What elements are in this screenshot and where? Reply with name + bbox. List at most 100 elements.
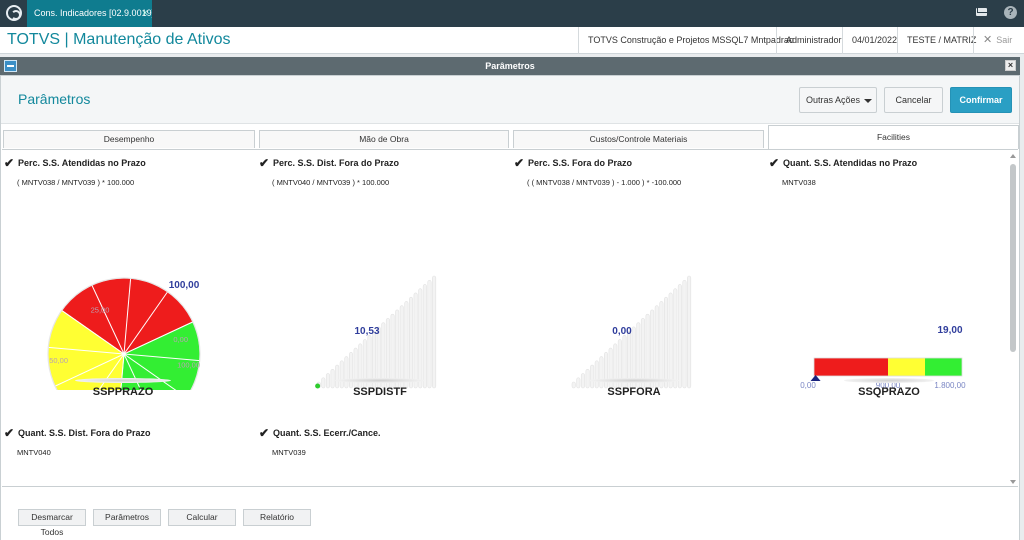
gauge-bar-step [650, 309, 655, 389]
bar-gauge-ssp-distf: 0,0050,00100,0010,53 [315, 275, 437, 389]
gauge-scale-label: 100,00 [177, 361, 200, 370]
parametros-button[interactable]: Parâmetros [93, 509, 161, 526]
gauge-bar-step [395, 309, 400, 389]
close-icon: ✕ [983, 34, 993, 46]
gauge-bar-step [664, 296, 669, 389]
gauge-axis-label: 0,00 [800, 381, 816, 390]
gauge-bar-step [571, 381, 576, 389]
dialog-title-bar: Parâmetros × [0, 57, 1020, 75]
checkbox-checked-icon[interactable]: ✔ [4, 426, 14, 440]
scroll-down-icon[interactable] [1010, 480, 1016, 484]
indicator-name: Quant. S.S. Ecerr./Cance. [273, 428, 381, 438]
gauge-scale-label: 0,00 [173, 335, 188, 344]
relatorio-button[interactable]: Relatório [243, 509, 311, 526]
indicator-name: Quant. S.S. Dist. Fora do Prazo [18, 428, 151, 438]
checkbox-checked-icon[interactable]: ✔ [259, 426, 269, 440]
gauge-bar-step [349, 352, 354, 389]
desmarcar-todos-button[interactable]: Desmarcar Todos [18, 509, 86, 537]
gauge-code-label: SSPFORA [607, 386, 661, 398]
mail-icon[interactable] [976, 8, 987, 16]
tab-desempenho[interactable]: Desempenho [3, 130, 255, 148]
gauge-bar-step [344, 356, 349, 389]
outras-acoes-button[interactable]: Outras Ações [799, 87, 877, 113]
gauge-bar-step [399, 305, 404, 389]
gauge-value-label: 100,00 [169, 280, 200, 291]
checkbox-checked-icon[interactable]: ✔ [4, 156, 14, 170]
company-info: TOTVS Construção e Projetos MSSQL7 Mntpa… [578, 27, 803, 54]
gauge-bar-step [413, 292, 418, 389]
gauge-bar-step [682, 279, 687, 389]
gauge-value-label: 0,00 [612, 326, 632, 337]
gauge-range-segment [888, 358, 925, 376]
checkbox-checked-icon[interactable]: ✔ [514, 156, 524, 170]
gauge-bar-step [390, 313, 395, 389]
dialog-footer: Desmarcar Todos Parâmetros Calcular Rela… [1, 488, 1019, 540]
window-icon [4, 60, 17, 72]
indicator-formula: ( ( MNTV038 / MNTV039 ) - 1.000 ) * -100… [527, 178, 682, 187]
gauge-scale-label: 25,00 [91, 305, 110, 314]
gauge-bar-step [687, 275, 692, 389]
tab-label: Cons. Indicadores [02.9.0019] [34, 8, 152, 18]
totvs-home-icon[interactable] [6, 5, 22, 21]
indicator-name: Quant. S.S. Atendidas no Prazo [783, 158, 918, 168]
chevron-down-icon [864, 99, 872, 103]
gauge-bar-step [321, 377, 326, 389]
indicator-formula: ( MNTV040 / MNTV039 ) * 100.000 [272, 178, 390, 187]
gauge-bar-step [432, 275, 437, 389]
gauge-code-label: SSPPRAZO [92, 386, 154, 398]
indicator-formula: MNTV040 [17, 448, 51, 457]
top-bar: Cons. Indicadores [02.9.0019] × ? [0, 0, 1024, 27]
gauge-code-label: SSQPRAZO [858, 386, 920, 398]
indicator-formula: ( MNTV038 / MNTV039 ) * 100.000 [17, 178, 135, 187]
gauge-base [589, 378, 679, 383]
scroll-up-icon[interactable] [1010, 154, 1016, 158]
dialog-close-button[interactable]: × [1005, 60, 1016, 71]
tab-custos-materiais[interactable]: Custos/Controle Materiais [513, 130, 764, 148]
gauge-axis-label: 1.800,00 [934, 381, 966, 390]
outras-acoes-label: Outras Ações [805, 95, 861, 105]
gauge-bar-step [604, 352, 609, 389]
vertical-scrollbar[interactable] [1009, 152, 1017, 486]
tab-bar: Desempenho Mão de Obra Custos/Controle M… [1, 125, 1019, 149]
checkbox-checked-icon[interactable]: ✔ [259, 156, 269, 170]
gauge-bar-step [590, 364, 595, 389]
scroll-thumb[interactable] [1010, 164, 1016, 352]
calcular-button[interactable]: Calcular [168, 509, 236, 526]
pie-gauge-ssp-prazo: 25,000,00100,0075,0050,00100,00 [47, 277, 201, 390]
gauge-bar-step [659, 301, 664, 389]
gauge-value-marker [315, 383, 321, 389]
dialog-panel: Parâmetros Outras Ações Cancelar Confirm… [0, 75, 1020, 540]
bar-gauge-ssp-fora: 0,0050,00100,000,00 [571, 275, 692, 389]
gauge-bar-step [422, 284, 427, 389]
indicator-formula: MNTV038 [782, 178, 816, 187]
cancel-button[interactable]: Cancelar [884, 87, 943, 113]
tab-facilities[interactable]: Facilities [768, 125, 1019, 149]
user-info: Administrador [776, 27, 851, 54]
exit-label: Sair [996, 35, 1013, 45]
gauge-bar-step [339, 360, 344, 389]
indicator-name: Perc. S.S. Dist. Fora do Prazo [273, 158, 400, 168]
gauge-bar-step [409, 296, 414, 389]
confirm-button[interactable]: Confirmar [950, 87, 1012, 113]
gauge-base [75, 378, 171, 383]
gauge-bar-step [677, 284, 682, 389]
gauge-bar-step [599, 356, 604, 389]
gauge-bar-step [668, 292, 673, 389]
tab-cons-indicadores[interactable]: Cons. Indicadores [02.9.0019] × [27, 0, 152, 27]
gauge-bar-step [645, 313, 650, 389]
help-icon[interactable]: ? [1004, 6, 1017, 19]
range-gauge-ssq-prazo: 0,00 900,00 1.800,0019,00 [800, 325, 966, 390]
tab-mao-de-obra[interactable]: Mão de Obra [259, 130, 509, 148]
indicators-area: ✔ Perc. S.S. Atendidas no Prazo ( MNTV03… [2, 149, 1018, 487]
gauge-range-segment [925, 358, 962, 376]
gauge-bar-step [594, 360, 599, 389]
gauge-code-label: SSPDISTF [353, 386, 407, 398]
checkbox-checked-icon[interactable]: ✔ [769, 156, 779, 170]
page-title: Parâmetros [18, 91, 91, 107]
exit-button[interactable]: ✕ Sair [973, 27, 1021, 54]
gauge-range-segment [814, 358, 888, 376]
tab-close-icon[interactable]: × [142, 0, 148, 27]
gauge-value-label: 10,53 [354, 326, 379, 337]
gauge-bar-step [576, 377, 581, 389]
gauge-base [335, 378, 425, 383]
